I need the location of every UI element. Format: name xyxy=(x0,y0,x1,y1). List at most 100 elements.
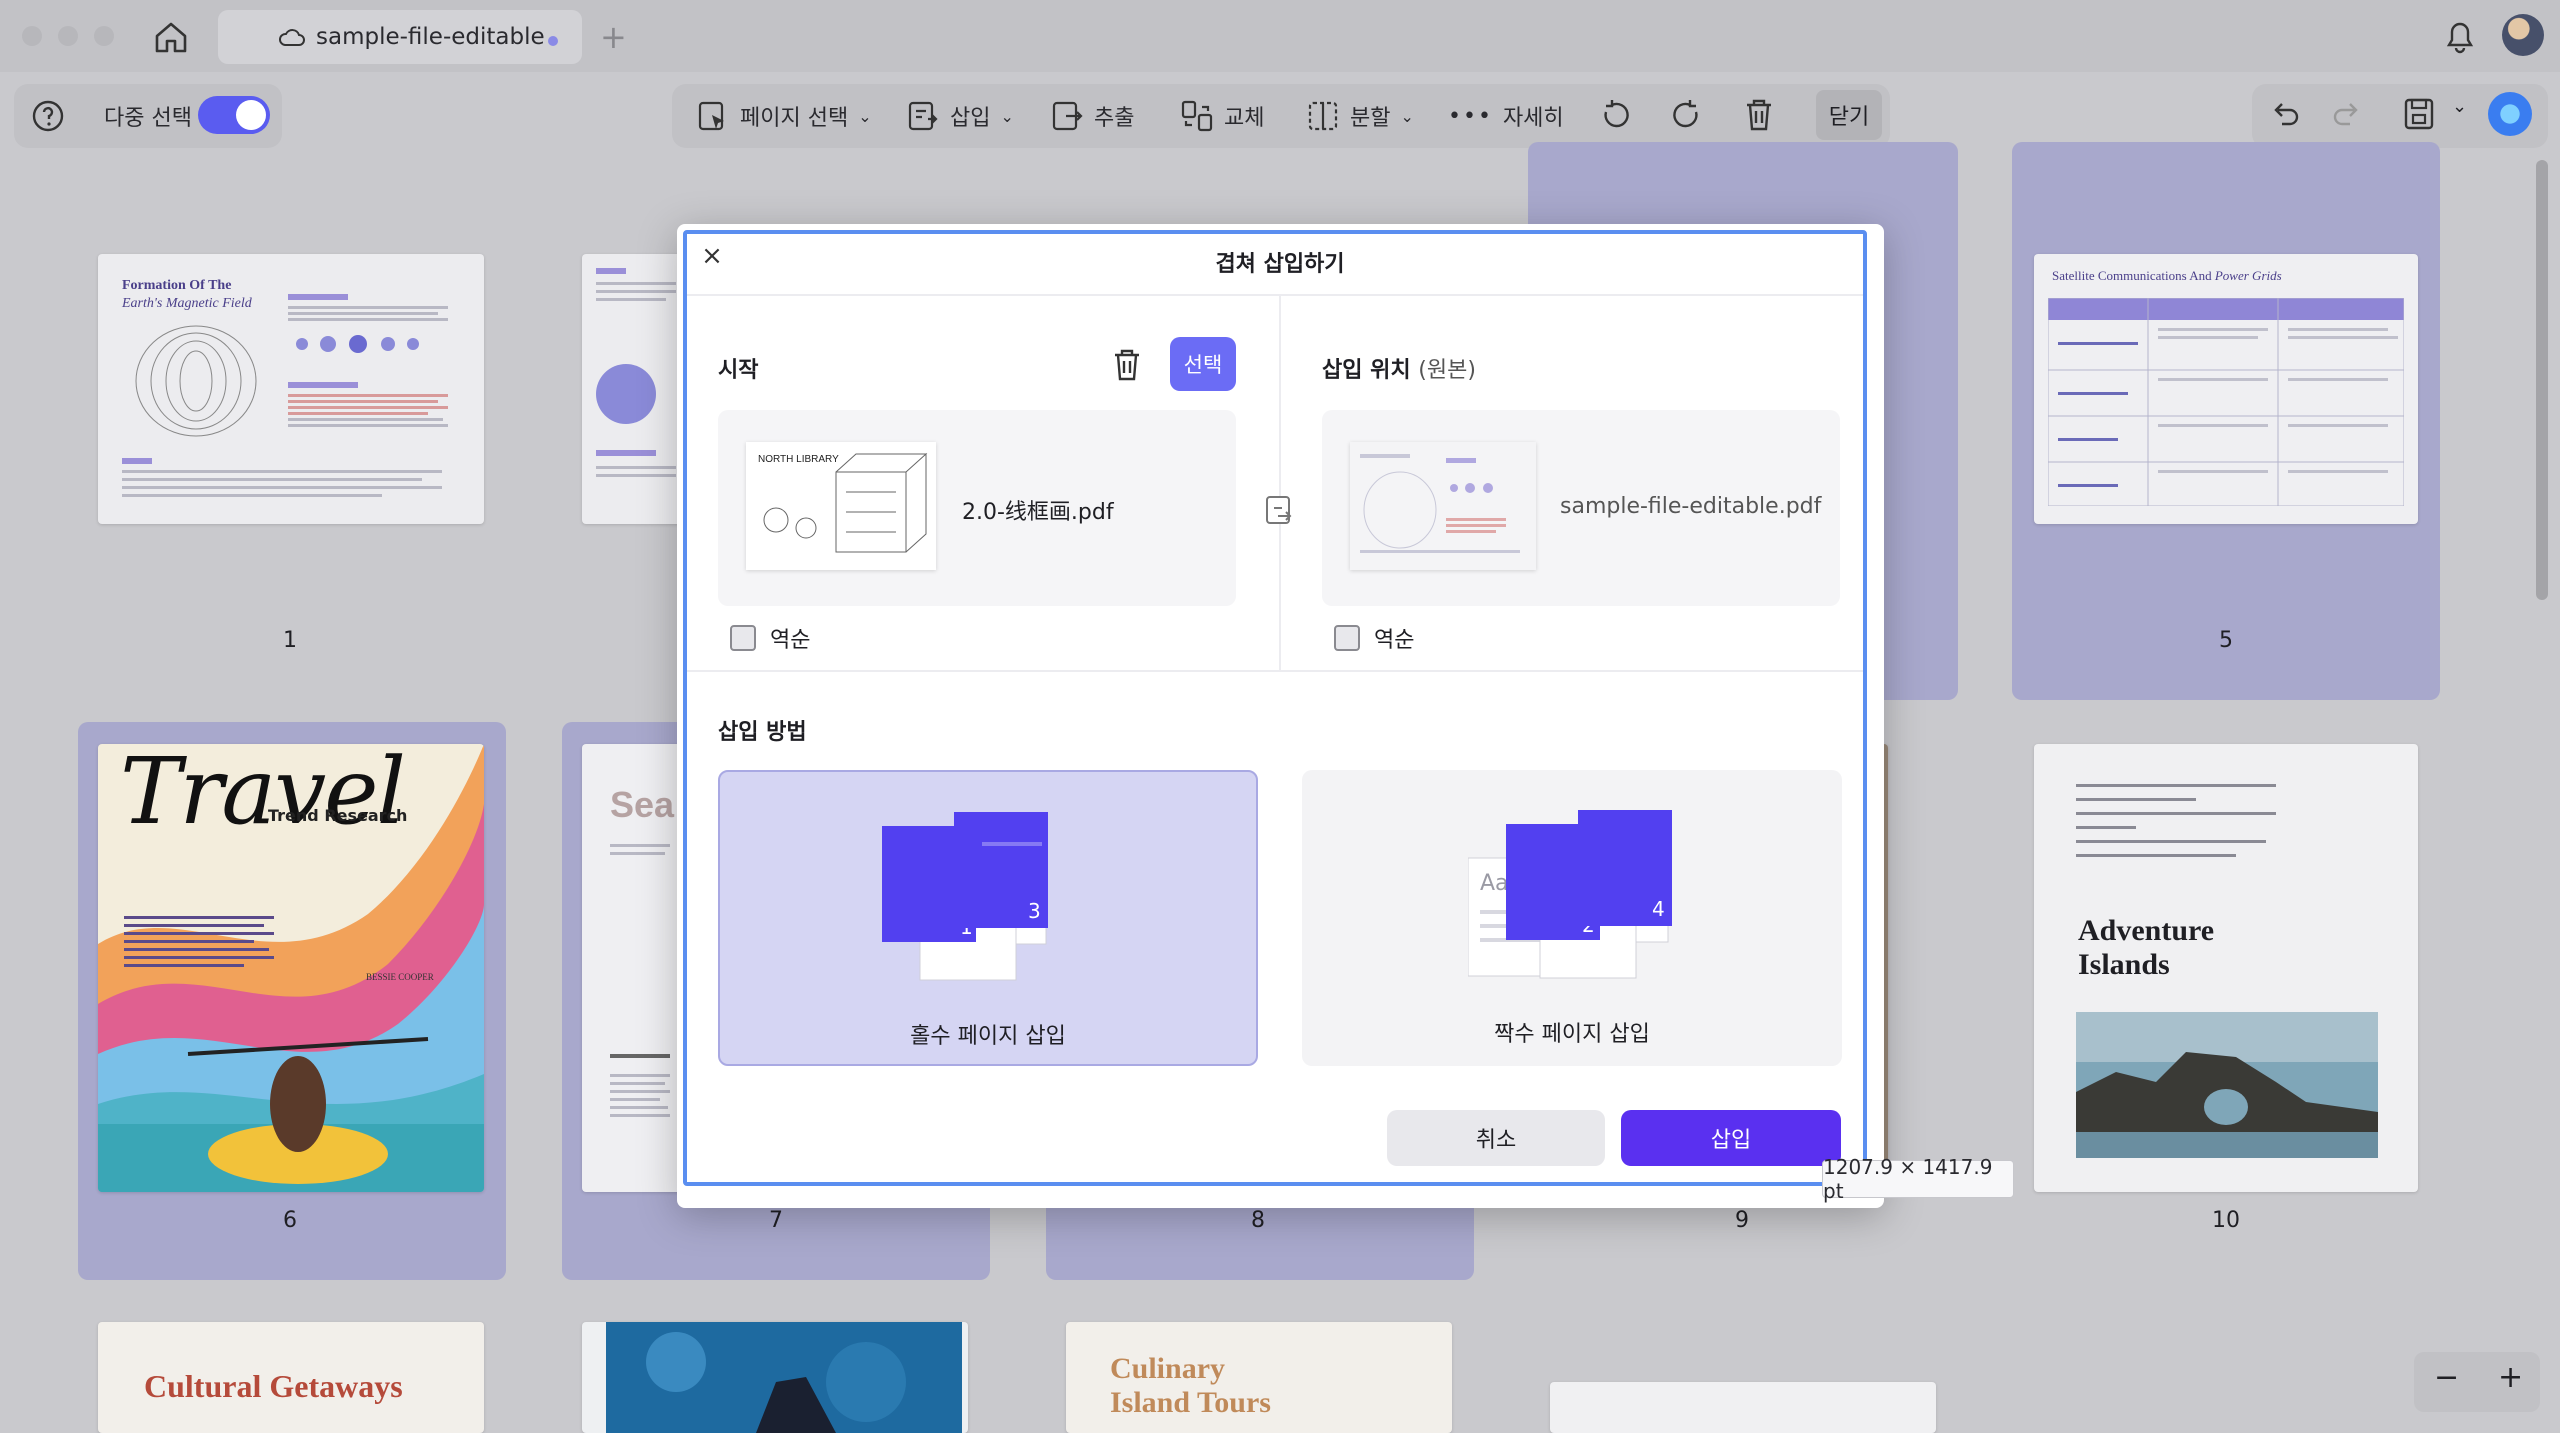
replace-label: 교체 xyxy=(1224,106,1265,131)
extract-label: 추출 xyxy=(1094,106,1135,131)
page-select-button[interactable]: 페이지 선택 ⌄ xyxy=(696,96,872,136)
more-label: 자세히 xyxy=(1502,106,1564,131)
even-pages-option[interactable]: Aa 2 4 짝수 페이지 삽입 xyxy=(1302,770,1842,1066)
position-section-label: 삽입 위치 (원본) xyxy=(1322,352,1476,384)
start-section-label: 시작 xyxy=(718,358,759,383)
page-10-text xyxy=(2076,784,2276,857)
page-thumbnail-10[interactable]: Adventure Islands xyxy=(2034,744,2418,1192)
chevron-down-icon: ⌄ xyxy=(1000,106,1014,126)
window-minimize-dot[interactable] xyxy=(58,26,78,46)
page-thumbnail-2[interactable] xyxy=(582,254,682,524)
insert-button[interactable]: 삽입 xyxy=(1621,1110,1841,1166)
page-thumbnail-5[interactable]: Satellite Communications And Power Grids xyxy=(2034,254,2418,524)
page-7-text xyxy=(610,844,670,1117)
zoom-in-icon[interactable]: + xyxy=(2498,1360,2523,1395)
page-number-6: 6 xyxy=(283,1208,297,1233)
target-reverse-checkbox[interactable] xyxy=(1334,625,1360,651)
home-icon[interactable] xyxy=(152,18,190,56)
page-11-title: Cultural Getaways xyxy=(144,1368,403,1404)
select-file-button[interactable]: 선택 xyxy=(1170,337,1236,391)
page-number-1: 1 xyxy=(283,628,297,653)
start-reverse-option[interactable]: 역순 xyxy=(730,622,810,654)
page-thumbnail-12[interactable] xyxy=(582,1322,968,1433)
undo-icon[interactable] xyxy=(2268,98,2302,132)
page-6-subheading: Trend Research xyxy=(268,806,408,825)
page-select-label: 페이지 선택 xyxy=(740,106,849,131)
zoom-out-icon[interactable]: − xyxy=(2434,1360,2459,1395)
swap-files-icon[interactable] xyxy=(1264,494,1296,528)
page-number-5: 5 xyxy=(2219,628,2233,653)
scrollbar[interactable] xyxy=(2536,160,2548,600)
page-thumbnail-14[interactable] xyxy=(1550,1382,1936,1433)
target-reverse-option[interactable]: 역순 xyxy=(1334,622,1414,654)
rotate-left-icon[interactable] xyxy=(1598,96,1632,134)
odd-pages-illustration: 1 3 xyxy=(882,812,1048,981)
split-icon xyxy=(1308,101,1338,131)
page-thumbnail-13[interactable]: Culinary Island Tours xyxy=(1066,1322,1452,1433)
page-thumbnail-7[interactable]: Sea xyxy=(582,744,682,1192)
bell-icon[interactable] xyxy=(2443,18,2477,54)
page-1-subtitle: Earth's Magnetic Field xyxy=(122,296,252,311)
document-tab[interactable]: sample-file-editable xyxy=(218,10,582,64)
chevron-down-icon[interactable]: ⌄ xyxy=(2452,96,2467,117)
page-number-10: 10 xyxy=(2212,1208,2240,1233)
page-2-content xyxy=(596,268,676,477)
start-file-box[interactable]: NORTH LIBRARY 2.0-线框画.pdf xyxy=(718,410,1236,606)
chevron-down-icon: ⌄ xyxy=(858,106,872,126)
start-file-thumbnail: NORTH LIBRARY xyxy=(746,442,936,570)
magnetic-field-illustration xyxy=(135,325,257,437)
ai-assistant-icon[interactable] xyxy=(2488,92,2532,136)
even-pages-label: 짝수 페이지 삽입 xyxy=(1494,1022,1650,1047)
page-5-table xyxy=(2048,298,2404,506)
page-thumbnail-11[interactable]: Cultural Getaways xyxy=(98,1322,484,1433)
page-number-7: 7 xyxy=(769,1208,783,1233)
page-10-title-line2: Islands xyxy=(2078,948,2170,981)
page-select-icon xyxy=(698,101,724,131)
extract-icon xyxy=(1052,101,1083,131)
cancel-button[interactable]: 취소 xyxy=(1387,1110,1605,1166)
page-6-heading: Travel xyxy=(120,744,406,845)
page-size-tooltip: 1207.9 × 1417.9 pt xyxy=(1822,1155,2014,1203)
redo-icon[interactable] xyxy=(2330,98,2364,132)
insert-button[interactable]: 삽입 ⌄ xyxy=(906,96,1014,136)
more-button[interactable]: ••• 자세히 xyxy=(1448,96,1564,136)
save-icon[interactable] xyxy=(2402,96,2436,132)
window-close-dot[interactable] xyxy=(22,26,42,46)
insert-icon xyxy=(908,101,938,131)
divider xyxy=(685,294,1867,296)
page-7-title: Sea xyxy=(610,784,675,825)
page-thumbnail-6[interactable]: Travel Trend Research BESSIE COOPER xyxy=(98,744,484,1192)
replace-icon xyxy=(1181,100,1213,132)
page-1-footer-text xyxy=(122,458,442,497)
dialog-title: 겹쳐 삽입하기 xyxy=(1215,252,1345,277)
odd-pages-label: 홀수 페이지 삽입 xyxy=(910,1024,1066,1049)
zoom-controls: − + xyxy=(2414,1352,2540,1412)
window-zoom-dot[interactable] xyxy=(94,26,114,46)
page-thumbnail-1[interactable]: Formation Of The Earth's Magnetic Field xyxy=(98,254,484,524)
cloud-icon xyxy=(279,29,305,46)
avatar[interactable] xyxy=(2502,14,2544,56)
rotate-right-icon[interactable] xyxy=(1670,96,1704,134)
split-label: 분할 xyxy=(1350,106,1391,131)
close-button[interactable]: 닫기 xyxy=(1816,90,1882,140)
unsaved-dot xyxy=(548,36,558,46)
trash-icon[interactable] xyxy=(1110,346,1144,384)
multi-select-label: 다중 선택 xyxy=(104,106,192,131)
extract-button[interactable]: 추출 xyxy=(1050,96,1134,136)
odd-pages-option[interactable]: 1 3 홀수 페이지 삽입 xyxy=(718,770,1258,1066)
new-tab-button[interactable]: + xyxy=(600,18,627,56)
help-icon[interactable] xyxy=(30,98,66,134)
split-button[interactable]: 분할 ⌄ xyxy=(1306,96,1414,136)
page-number-9: 9 xyxy=(1735,1208,1749,1233)
trash-icon[interactable] xyxy=(1742,96,1776,134)
replace-button[interactable]: 교체 xyxy=(1180,96,1264,136)
divider xyxy=(685,670,1867,672)
insert-label: 삽입 xyxy=(950,106,991,131)
document-tab-title: sample-file-editable xyxy=(316,24,545,50)
multi-select-toggle[interactable] xyxy=(198,96,270,134)
position-sub-label: (원본) xyxy=(1418,358,1476,383)
start-reverse-checkbox[interactable] xyxy=(730,625,756,651)
start-file-name: 2.0-线框画.pdf xyxy=(962,500,1114,525)
method-section-label: 삽입 방법 xyxy=(718,720,807,745)
target-file-preview xyxy=(1360,454,1520,553)
